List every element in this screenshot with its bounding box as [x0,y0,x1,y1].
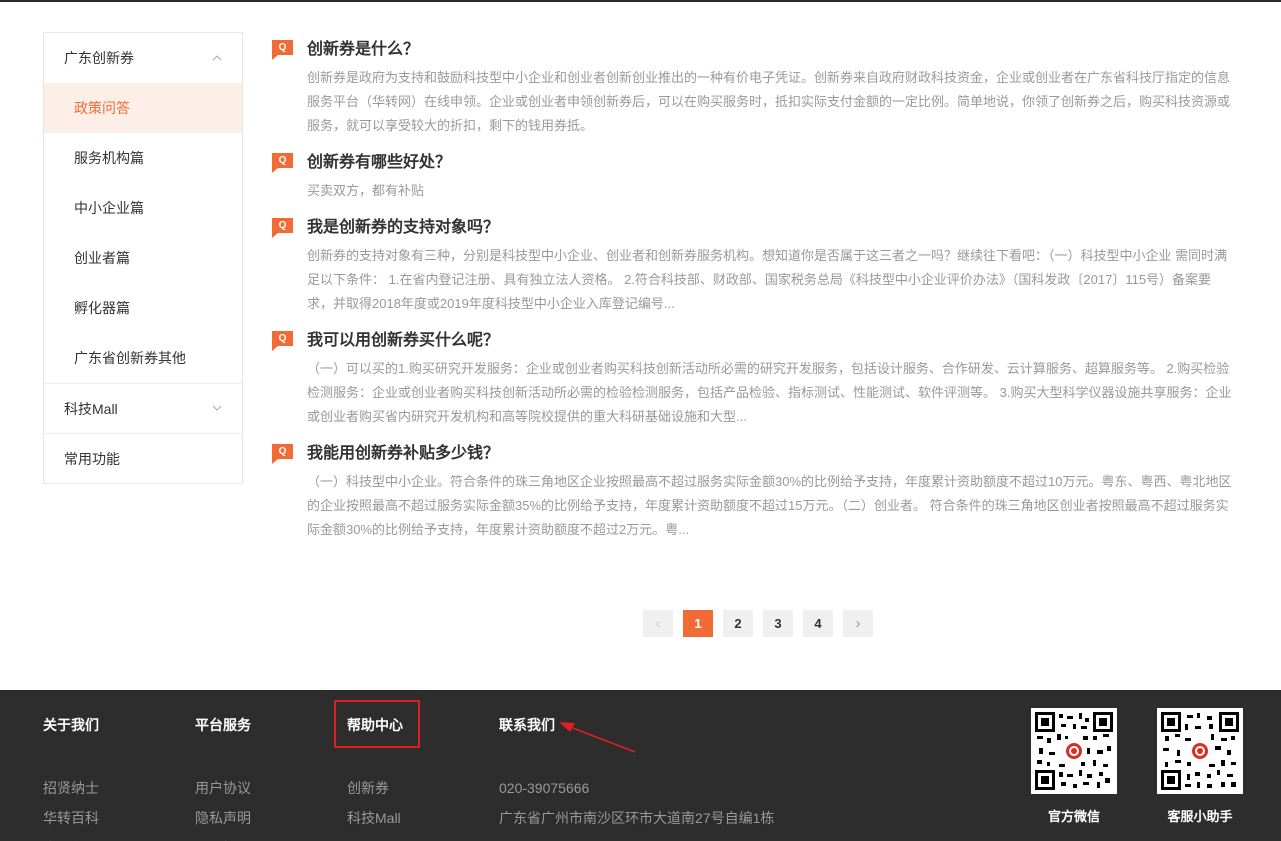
footer-column-title: 平台服务 [195,717,251,733]
chevron-down-icon [212,403,222,414]
sidebar-nav: 广东创新券 政策问答 服务机构篇 中小企业篇 创业者篇 孵化器篇 广东省创新券其… [43,32,243,484]
contact-address: 广东省广州市南沙区环市大道南27号自编1栋 [499,810,775,826]
faq-question[interactable]: 我是创新券的支持对象吗？ [307,213,499,237]
faq-item: Q 创新券是什么？ 创新券是政府为支持和鼓励科技型中小企业和创业者创新创业推出的… [272,34,1232,138]
footer-link[interactable]: 科技Mall [347,803,403,833]
footer-link[interactable]: 入驻协议 [195,833,251,841]
footer-column-services: 平台服务 用户协议 隐私声明 入驻协议 [195,717,251,841]
question-icon: Q [272,152,293,173]
sidebar-item-entrepreneur[interactable]: 创业者篇 [44,233,242,283]
question-icon: Q [272,217,293,238]
pagination: ‹ 1 2 3 4 › [643,610,883,637]
faq-question[interactable]: 创新券是什么？ [307,35,419,59]
sidebar-item-other[interactable]: 广东省创新券其他 [44,333,242,383]
sidebar-item-sme[interactable]: 中小企业篇 [44,183,242,233]
question-icon: Q [272,330,293,351]
sidebar-group-common-functions[interactable]: 常用功能 [44,433,242,483]
faq-question[interactable]: 我可以用创新券买什么呢？ [307,326,499,350]
prev-page-button[interactable]: ‹ [643,610,673,637]
faq-answer: 买卖双方，都有补贴 [307,183,425,198]
contact-phone: 020-39075666 [499,780,590,796]
sidebar-group-label: 常用功能 [64,450,120,467]
assistant-qr-code-icon [1161,712,1239,790]
faq-item: Q 我是创新券的支持对象吗？ 创新券的支持对象有三种，分别是科技型中小企业、创业… [272,212,1232,316]
footer-link[interactable]: 招贤纳士 [43,773,99,803]
chevron-up-icon [212,53,222,64]
page-button-2[interactable]: 2 [723,610,753,637]
footer-column-about: 关于我们 招贤纳士 华转百科 企业新闻 [43,717,99,841]
faq-item: Q 创新券有哪些好处？ 买卖双方，都有补贴 [272,147,1232,203]
page-button-4[interactable]: 4 [803,610,833,637]
faq-answer: （一）可以买的1.购买研究开发服务：企业或创业者购买科技创新活动所必需的研究开发… [307,361,1232,424]
faq-answer: 创新券是政府为支持和鼓励科技型中小企业和创业者创新创业推出的一种有价电子凭证。创… [307,70,1231,133]
faq-item: Q 我能用创新券补贴多少钱？ （一）科技型中小企业。符合条件的珠三角地区企业按照… [272,438,1232,542]
question-icon: Q [272,443,293,464]
question-icon: Q [272,39,293,60]
qr-label-wechat: 官方微信 [1047,809,1100,824]
next-page-button[interactable]: › [843,610,873,637]
footer-column-title: 关于我们 [43,717,99,733]
faq-answer: 创新券的支持对象有三种，分别是科技型中小企业、创业者和创新券服务机构。想知道你是… [307,248,1228,311]
sidebar-item-service-agency[interactable]: 服务机构篇 [44,133,242,183]
highlight-box-annotation [334,700,420,748]
sidebar-group-tech-mall[interactable]: 科技Mall [44,383,242,433]
sidebar-item-incubator[interactable]: 孵化器篇 [44,283,242,333]
sidebar-item-policy-qa[interactable]: 政策问答 [44,83,242,133]
footer-link[interactable]: 华转百科 [43,803,99,833]
qr-label-assistant: 客服小助手 [1167,809,1233,824]
qr-code-icon [1031,708,1117,794]
faq-question[interactable]: 创新券有哪些好处？ [307,148,451,172]
top-border [0,0,1281,2]
sidebar-group-label: 广东创新券 [64,50,134,66]
page-button-3[interactable]: 3 [763,610,793,637]
wechat-qr-code-icon [1035,712,1113,790]
faq-item: Q 我可以用创新券买什么呢？ （一）可以买的1.购买研究开发服务：企业或创业者购… [272,325,1232,429]
sidebar-group-label: 科技Mall [64,400,118,417]
site-footer: 关于我们 招贤纳士 华转百科 企业新闻 平台服务 用户协议 隐私声明 入驻协议 … [0,690,1281,841]
footer-link[interactable]: 创新券 [347,773,403,803]
sidebar-group-innovation-voucher[interactable]: 广东创新券 [44,33,242,83]
footer-link[interactable]: 用户协议 [195,773,251,803]
page-button-1[interactable]: 1 [683,610,713,637]
faq-answer: （一）科技型中小企业。符合条件的珠三角地区企业按照最高不超过服务实际金额30%的… [307,474,1232,537]
faq-question[interactable]: 我能用创新券补贴多少钱？ [307,439,499,463]
footer-link[interactable]: 企业新闻 [43,833,99,841]
qr-code-icon [1157,708,1243,794]
faq-list: Q 创新券是什么？ 创新券是政府为支持和鼓励科技型中小企业和创业者创新创业推出的… [272,34,1232,551]
footer-link[interactable]: 隐私声明 [195,803,251,833]
arrow-annotation-icon [559,722,636,753]
